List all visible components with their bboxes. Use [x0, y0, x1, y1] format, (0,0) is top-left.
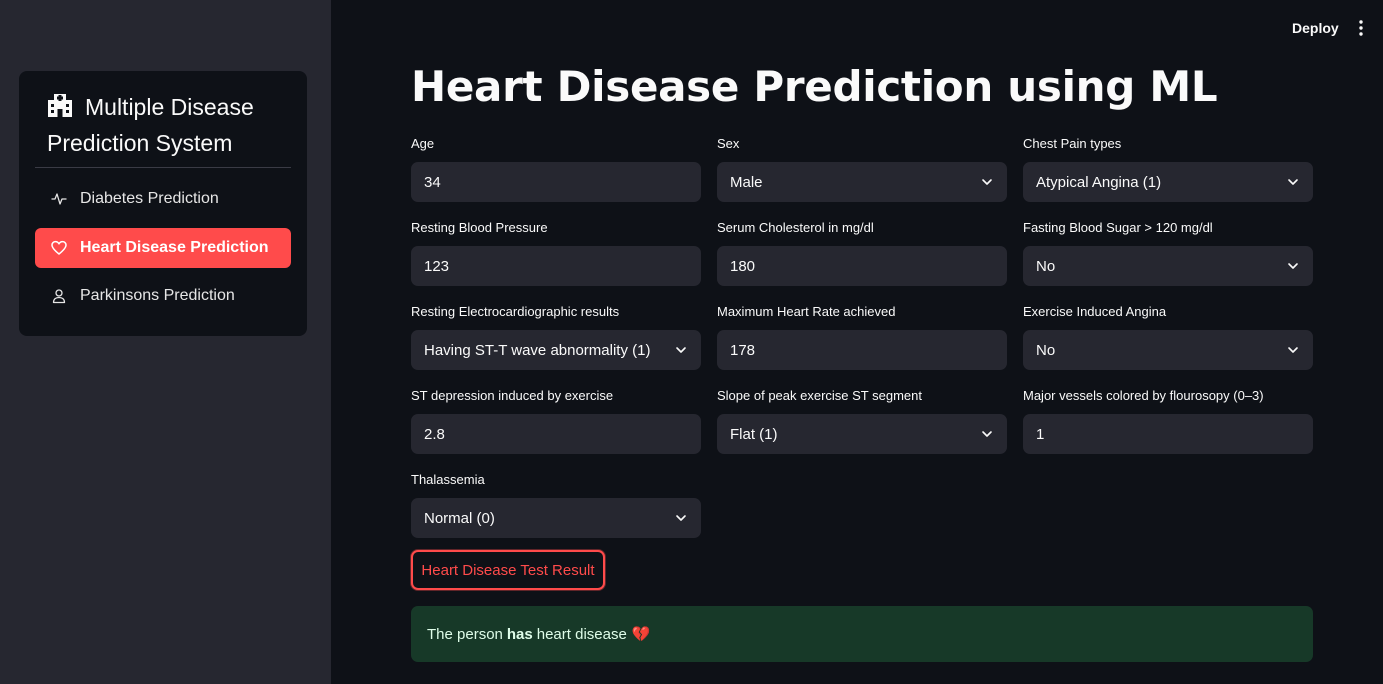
sidebar-item-diabetes[interactable]: Diabetes Prediction: [35, 179, 291, 219]
exercise-angina-field: Exercise Induced Angina No: [1023, 302, 1313, 370]
age-label: Age: [411, 136, 435, 151]
sex-value: Male: [730, 173, 763, 191]
thal-value: Normal (0): [424, 509, 495, 527]
rest-ecg-label: Resting Electrocardiographic results: [411, 304, 620, 319]
thal-label: Thalassemia: [411, 472, 485, 487]
sidebar-item-label: Parkinsons Prediction: [80, 287, 235, 304]
exercise-angina-select[interactable]: No: [1023, 330, 1313, 370]
hospital-icon: [48, 94, 72, 117]
person-icon: [51, 288, 67, 304]
app-title-text: Multiple Disease Prediction System: [47, 94, 254, 156]
result-suffix: heart disease: [536, 625, 627, 643]
chest-pain-select[interactable]: Atypical Angina (1): [1023, 162, 1313, 202]
slope-label: Slope of peak exercise ST segment: [717, 388, 922, 403]
max-hr-input[interactable]: [730, 341, 994, 359]
kebab-menu-icon[interactable]: [1352, 17, 1370, 39]
chevron-down-icon: [676, 515, 686, 521]
slope-select[interactable]: Flat (1): [717, 414, 1007, 454]
age-field: Age: [411, 134, 701, 202]
chevron-down-icon: [982, 179, 992, 185]
max-hr-label: Maximum Heart Rate achieved: [717, 304, 896, 319]
result-prefix: The person: [427, 625, 503, 643]
cholesterol-label: Serum Cholesterol in mg/dl: [717, 220, 874, 235]
heart-icon: [51, 240, 67, 256]
resting-bp-input[interactable]: [424, 257, 688, 275]
st-depression-field: ST depression induced by exercise: [411, 386, 701, 454]
chevron-down-icon: [982, 431, 992, 437]
age-input-box[interactable]: [411, 162, 701, 202]
st-depression-label: ST depression induced by exercise: [411, 388, 614, 403]
fasting-sugar-label: Fasting Blood Sugar > 120 mg/dl: [1023, 220, 1213, 235]
sidebar-item-label: Diabetes Prediction: [80, 190, 219, 207]
resting-bp-field: Resting Blood Pressure: [411, 218, 701, 286]
max-hr-input-box[interactable]: [717, 330, 1007, 370]
sidebar-item-heart-disease[interactable]: Heart Disease Prediction: [35, 228, 291, 268]
cholesterol-input-box[interactable]: [717, 246, 1007, 286]
chest-pain-label: Chest Pain types: [1023, 136, 1122, 151]
resting-bp-label: Resting Blood Pressure: [411, 220, 548, 235]
thal-field: Thalassemia Normal (0): [411, 470, 701, 538]
slope-field: Slope of peak exercise ST segment Flat (…: [717, 386, 1007, 454]
rest-ecg-select[interactable]: Having ST-T wave abnormality (1): [411, 330, 701, 370]
chevron-down-icon: [1288, 347, 1298, 353]
app-title: Multiple Disease Prediction System: [47, 89, 297, 161]
sidebar-item-label: Heart Disease Prediction: [80, 239, 269, 256]
rest-ecg-field: Resting Electrocardiographic results Hav…: [411, 302, 701, 370]
broken-heart-icon: 💔: [631, 626, 651, 643]
chest-pain-value: Atypical Angina (1): [1036, 173, 1162, 191]
resting-bp-input-box[interactable]: [411, 246, 701, 286]
cholesterol-field: Serum Cholesterol in mg/dl: [717, 218, 1007, 286]
deploy-button[interactable]: Deploy: [1282, 17, 1349, 39]
thal-select[interactable]: Normal (0): [411, 498, 701, 538]
slope-value: Flat (1): [730, 425, 778, 443]
age-input[interactable]: [424, 173, 688, 191]
exercise-angina-value: No: [1036, 341, 1056, 359]
vessels-input-box[interactable]: [1023, 414, 1313, 454]
chevron-down-icon: [1288, 179, 1298, 185]
chevron-down-icon: [1288, 263, 1298, 269]
cholesterol-input[interactable]: [730, 257, 994, 275]
fasting-sugar-select[interactable]: No: [1023, 246, 1313, 286]
vessels-input[interactable]: [1036, 425, 1300, 443]
result-alert: The person has heart disease 💔: [411, 606, 1313, 662]
exercise-angina-label: Exercise Induced Angina: [1023, 304, 1167, 319]
vessels-label: Major vessels colored by flourosopy (0–3…: [1023, 388, 1264, 403]
nav-menu: Multiple Disease Prediction System Diabe…: [19, 71, 307, 336]
nav-divider: [35, 167, 291, 168]
sidebar: Multiple Disease Prediction System Diabe…: [0, 0, 331, 684]
fasting-sugar-value: No: [1036, 257, 1056, 275]
activity-icon: [51, 191, 67, 207]
vessels-field: Major vessels colored by flourosopy (0–3…: [1023, 386, 1313, 454]
result-emphasis: has: [506, 625, 533, 643]
heart-disease-test-result-button[interactable]: Heart Disease Test Result: [411, 550, 605, 590]
sex-select[interactable]: Male: [717, 162, 1007, 202]
st-depression-input-box[interactable]: [411, 414, 701, 454]
chest-pain-field: Chest Pain types Atypical Angina (1): [1023, 134, 1313, 202]
sex-field: Sex Male: [717, 134, 1007, 202]
fasting-sugar-field: Fasting Blood Sugar > 120 mg/dl No: [1023, 218, 1313, 286]
sex-label: Sex: [717, 136, 740, 151]
max-hr-field: Maximum Heart Rate achieved: [717, 302, 1007, 370]
chevron-down-icon: [676, 347, 686, 353]
sidebar-item-parkinsons[interactable]: Parkinsons Prediction: [35, 276, 291, 316]
st-depression-input[interactable]: [424, 425, 688, 443]
page-title: Heart Disease Prediction using ML: [411, 62, 1218, 111]
rest-ecg-value: Having ST-T wave abnormality (1): [424, 341, 651, 359]
